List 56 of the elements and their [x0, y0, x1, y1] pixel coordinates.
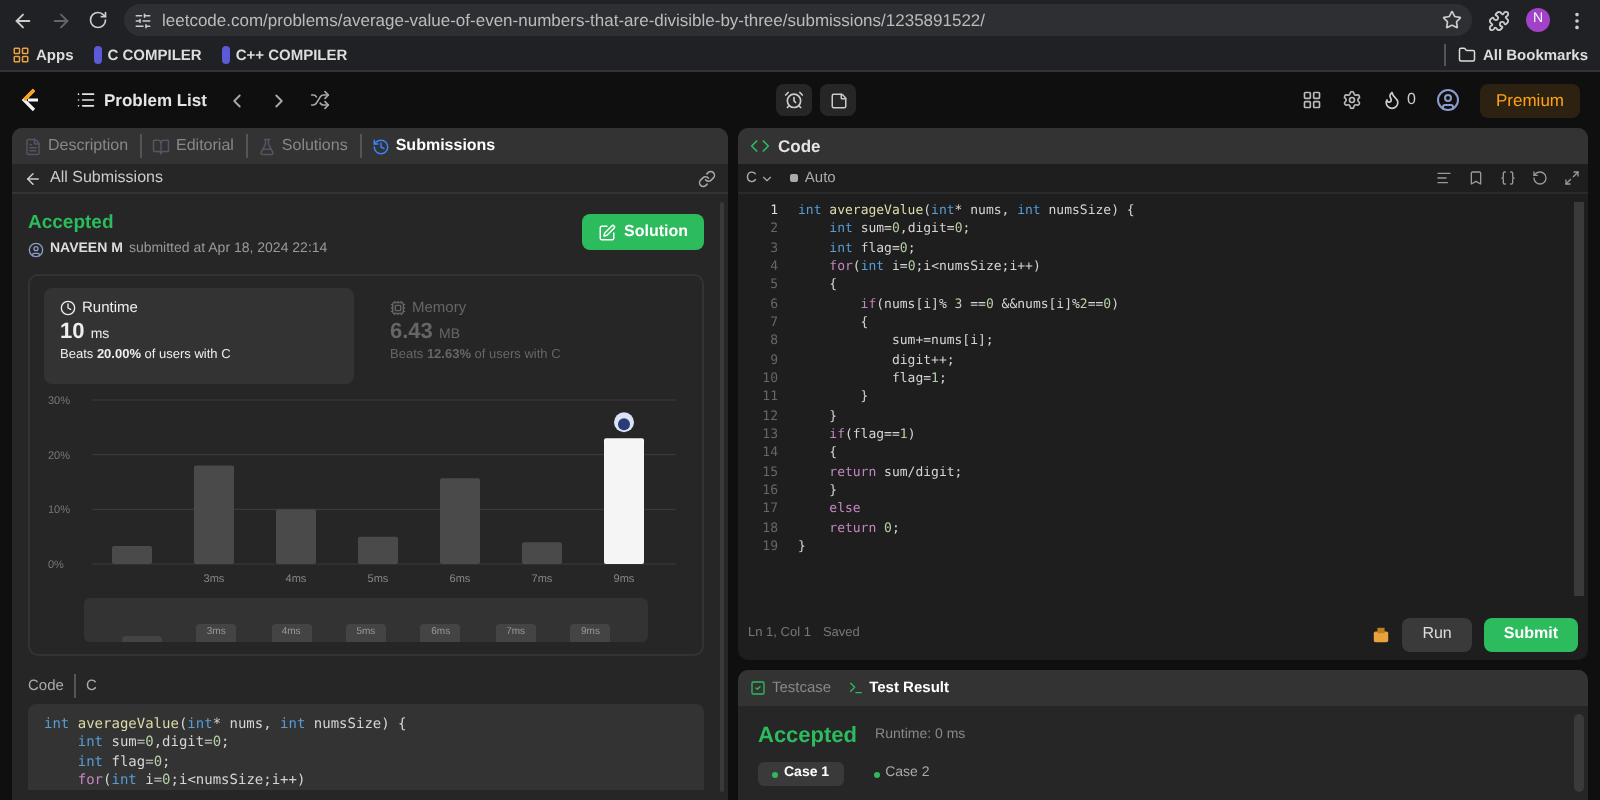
- forward-icon[interactable]: [50, 9, 72, 31]
- panel-tab[interactable]: Submissions: [359, 134, 496, 158]
- back-arrow-icon: [24, 169, 42, 187]
- alarm-clock-icon: [784, 90, 805, 110]
- bookmark-favicon-icon: [93, 46, 102, 64]
- folder-icon: [1458, 46, 1477, 64]
- address-bar[interactable]: leetcode.com/problems/average-value-of-even-numbers-that-are-divisible-by-three/submissions/1235891522/: [124, 4, 1472, 36]
- streak-counter[interactable]: 0: [1381, 88, 1416, 112]
- problem-list-link[interactable]: Problem List: [76, 87, 207, 113]
- history-icon: [371, 137, 390, 155]
- bookmark-icon[interactable]: [1468, 170, 1484, 186]
- flame-icon: [1381, 90, 1402, 110]
- extensions-icon[interactable]: [1488, 9, 1510, 31]
- braces-icon[interactable]: [1500, 170, 1516, 186]
- site-info-icon[interactable]: [134, 11, 152, 29]
- grid-icon[interactable]: [1301, 90, 1322, 110]
- checkbox-icon: [750, 680, 766, 696]
- edit-icon: [598, 223, 616, 241]
- expand-icon[interactable]: [1564, 170, 1580, 186]
- chevron-down-icon: [760, 171, 775, 185]
- url-text: leetcode.com/problems/average-value-of-even-numbers-that-are-divisible-by-three/submissions/1235891522/: [162, 7, 988, 33]
- star-icon[interactable]: [1442, 10, 1462, 30]
- result-status: Accepted: [758, 721, 858, 752]
- shuffle-icon[interactable]: [310, 90, 331, 110]
- link-icon[interactable]: [698, 169, 716, 187]
- timer-button[interactable]: [776, 84, 813, 116]
- editor-title: Code: [778, 133, 821, 159]
- format-icon[interactable]: [1436, 170, 1452, 186]
- reset-icon[interactable]: [1532, 170, 1548, 186]
- reload-icon[interactable]: [88, 10, 108, 30]
- code-icon: [750, 136, 770, 156]
- run-button[interactable]: Run: [1402, 617, 1472, 651]
- apps-grid-icon: [12, 46, 30, 64]
- avatar-icon[interactable]: [1436, 88, 1460, 112]
- document-icon: [24, 137, 42, 155]
- note-icon: [829, 91, 848, 109]
- panel-tab[interactable]: Description: [24, 134, 129, 158]
- settings-icon[interactable]: [1341, 90, 1362, 110]
- clock-icon: [60, 300, 76, 316]
- editor-scrollbar[interactable]: [1574, 202, 1584, 596]
- logo-icon[interactable]: [20, 88, 40, 112]
- user-avatar-marker: [614, 412, 634, 433]
- notes-button[interactable]: [820, 84, 857, 116]
- panel-tab[interactable]: Editorial: [140, 134, 234, 158]
- flask-icon: [257, 137, 276, 155]
- list-icon: [76, 90, 96, 110]
- bookmark-favicon-icon: [221, 46, 230, 64]
- all-submissions-link[interactable]: All Submissions: [24, 166, 163, 190]
- terminal-icon: [847, 680, 864, 696]
- submission-status: Accepted: [28, 214, 116, 233]
- chip-icon: [390, 300, 406, 316]
- back-icon[interactable]: [12, 9, 34, 31]
- user-avatar-icon: [28, 241, 44, 258]
- premium-button[interactable]: Premium: [1480, 83, 1581, 117]
- book-icon: [152, 137, 171, 155]
- panel-tab[interactable]: Solutions: [245, 134, 348, 158]
